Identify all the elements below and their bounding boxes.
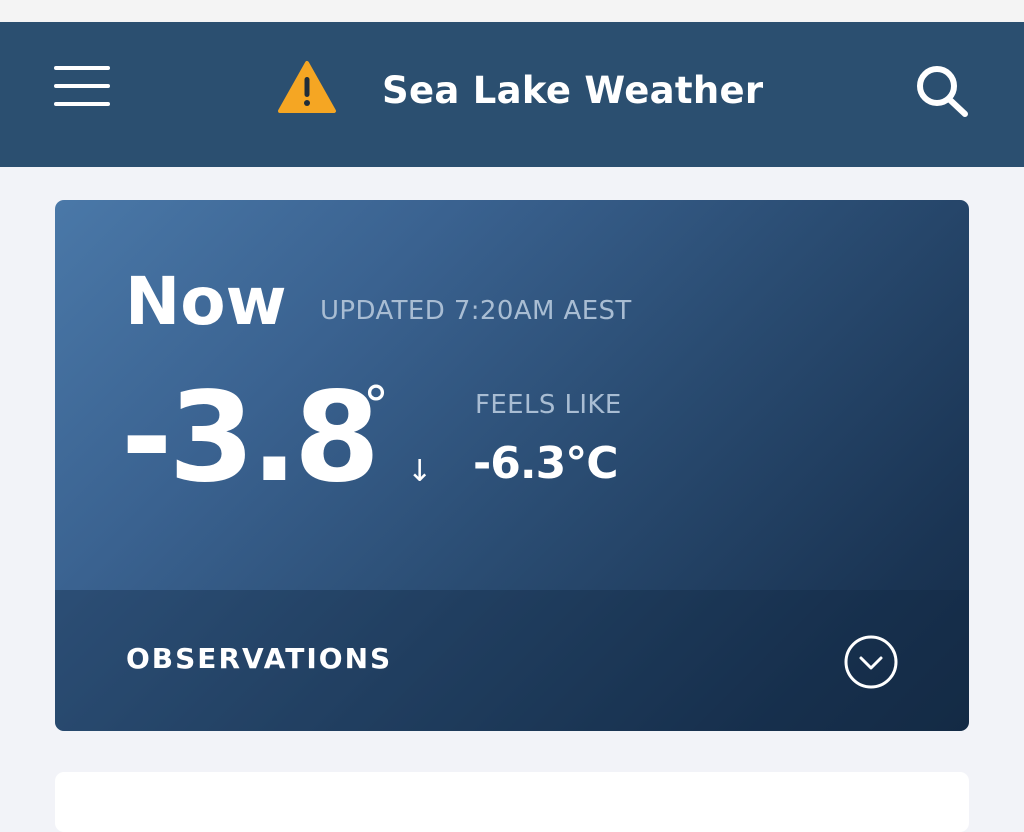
menu-bar-top bbox=[54, 66, 110, 70]
app-title: Sea Lake Weather bbox=[382, 69, 764, 112]
next-card bbox=[55, 772, 969, 832]
menu-bar-bottom bbox=[54, 102, 110, 106]
updated-time: UPDATED 7:20AM AEST bbox=[320, 296, 632, 326]
chevron-down-circle-icon[interactable] bbox=[843, 634, 899, 690]
now-label: Now bbox=[125, 263, 287, 340]
warning-triangle-icon[interactable] bbox=[277, 60, 337, 114]
degree-symbol: ° bbox=[363, 376, 389, 436]
current-conditions-card: Now UPDATED 7:20AM AEST -3.8 ° ↓ FEELS L… bbox=[55, 200, 969, 731]
app-header: Sea Lake Weather bbox=[0, 22, 1024, 167]
feels-like-label: FEELS LIKE bbox=[475, 390, 622, 420]
menu-bar-middle bbox=[54, 84, 110, 88]
observations-label: OBSERVATIONS bbox=[126, 642, 393, 675]
arrow-down-icon: ↓ bbox=[407, 454, 433, 489]
observations-toggle[interactable]: OBSERVATIONS bbox=[55, 590, 969, 731]
search-icon[interactable] bbox=[912, 60, 972, 120]
feels-like-value: -6.3°C bbox=[473, 438, 618, 489]
menu-button[interactable] bbox=[54, 66, 110, 106]
current-temperature: -3.8 bbox=[121, 366, 380, 510]
status-strip bbox=[0, 0, 1024, 22]
